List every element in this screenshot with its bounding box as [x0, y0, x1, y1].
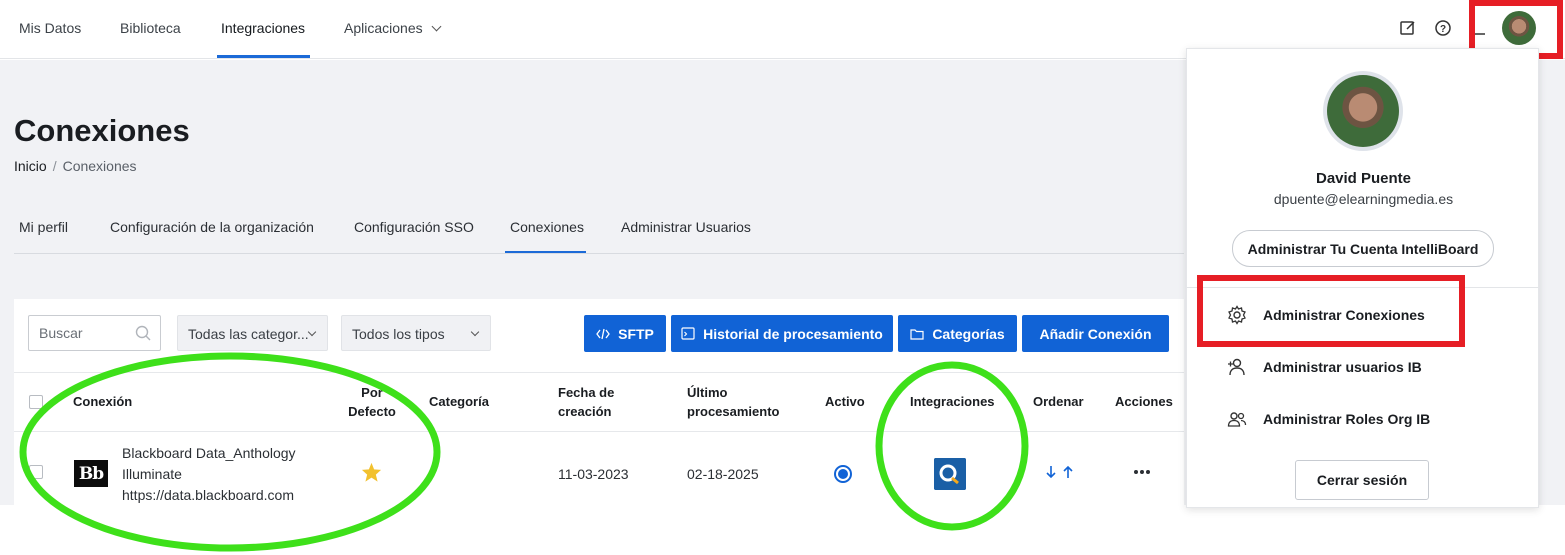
manage-account-button[interactable]: Administrar Tu Cuenta IntelliBoard [1232, 230, 1494, 267]
highlight-connection-annotation [19, 352, 441, 552]
profile-photo [1327, 75, 1399, 147]
user-email: dpuente@elearningmedia.es [1273, 191, 1454, 207]
logout-button[interactable]: Cerrar sesión [1295, 460, 1429, 500]
menu-item-administrar-roles[interactable]: Administrar Roles Org IB [1227, 409, 1430, 429]
user-add-icon [1228, 358, 1245, 376]
users-icon [1227, 412, 1247, 427]
menu-item-label: Administrar Roles Org IB [1263, 411, 1431, 427]
user-name: David Puente [1315, 170, 1412, 187]
menu-item-administrar-usuarios[interactable]: Administrar usuarios IB [1227, 357, 1422, 377]
menu-item-label: Administrar usuarios IB [1263, 359, 1422, 375]
highlight-menu-annotation [1197, 275, 1465, 347]
highlight-integration-annotation [875, 361, 1029, 531]
profile-avatar [1323, 71, 1403, 151]
